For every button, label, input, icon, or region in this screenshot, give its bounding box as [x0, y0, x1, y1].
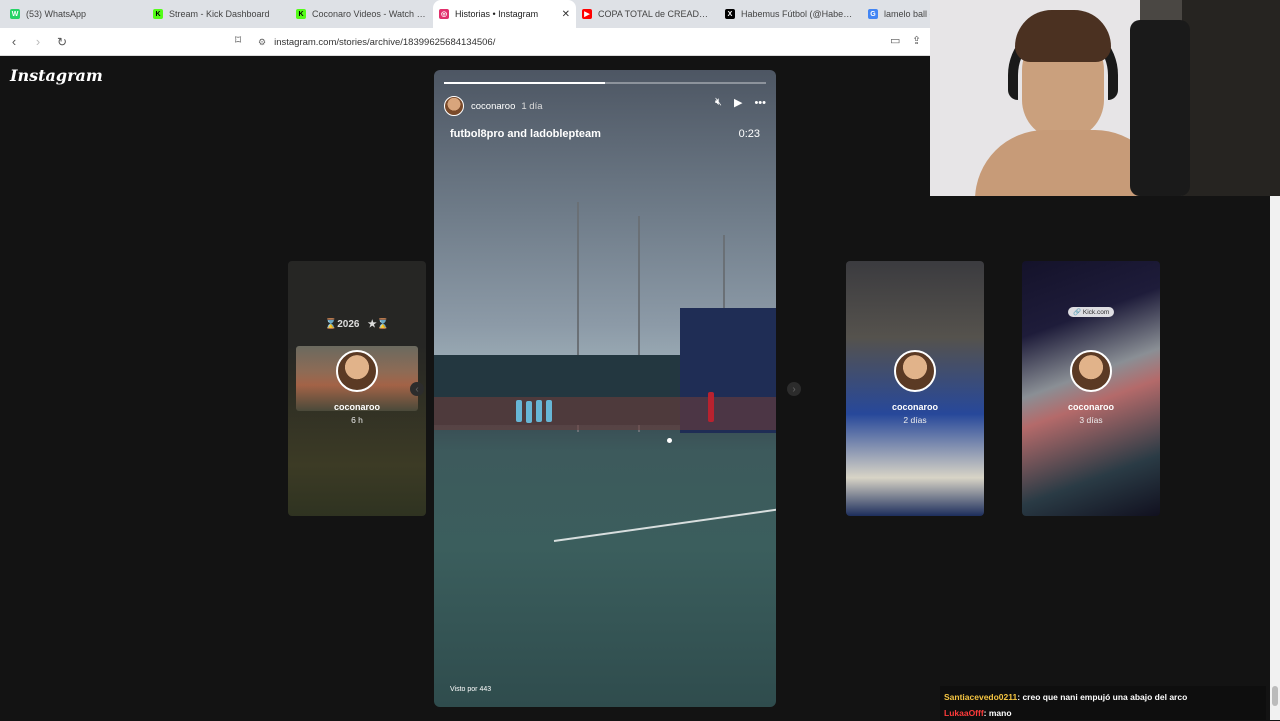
- back-icon[interactable]: ‹: [4, 32, 24, 52]
- story-card-right-2[interactable]: 🔗 Kick.com coconaroo 3 días: [1022, 261, 1160, 516]
- bookmark-icon[interactable]: ⌑: [235, 33, 241, 47]
- story-card-right-1[interactable]: coconaroo 2 días: [846, 261, 984, 516]
- story-card-left[interactable]: ⌛2026 ★⌛ coconaroo 6 h: [288, 261, 426, 516]
- tab-title: (53) WhatsApp: [26, 9, 87, 19]
- tab-x-habemus[interactable]: X Habemus Fútbol (@Habemus): [719, 0, 862, 28]
- spectators: [434, 397, 776, 430]
- more-options-icon[interactable]: •••: [754, 97, 766, 109]
- story-viewer[interactable]: coconaroo 1 día 🔇︎ ▶ ••• futbol8pro and …: [434, 70, 776, 707]
- mute-icon[interactable]: 🔇︎: [715, 96, 722, 109]
- whatsapp-icon: W: [10, 9, 20, 19]
- chat-message: LukaaOfff: mano: [944, 705, 1262, 721]
- story-controls: 🔇︎ ▶ •••: [715, 96, 766, 109]
- stream-chat: Santiacevedo0211: creo que nani empujó u…: [940, 686, 1266, 720]
- player: [536, 400, 542, 422]
- story-duration: 0:23: [738, 128, 760, 140]
- field-line: [553, 503, 776, 542]
- streamer-hair: [1015, 10, 1111, 62]
- youtube-icon: ▶: [582, 9, 592, 19]
- avatar: [894, 350, 936, 392]
- page-scrollbar[interactable]: [1270, 196, 1280, 720]
- story-progress-bar: [444, 82, 766, 84]
- card-time: 2 días: [903, 415, 927, 425]
- card-time: 6 h: [351, 415, 363, 425]
- chat-text: : mano: [983, 708, 1012, 718]
- reload-icon[interactable]: ↻: [52, 32, 72, 52]
- tab-kick-dashboard[interactable]: K Stream - Kick Dashboard: [147, 0, 290, 28]
- forward-icon[interactable]: ›: [28, 32, 48, 52]
- tab-instagram-stories[interactable]: ◎ Historias • Instagram ✕: [433, 0, 576, 28]
- url-text: instagram.com/stories/archive/1839962568…: [274, 36, 496, 48]
- story-header: coconaroo 1 día 🔇︎ ▶ •••: [444, 96, 766, 116]
- card-username: coconaroo: [333, 402, 380, 412]
- next-story-icon[interactable]: ›: [787, 382, 801, 396]
- card-time: 3 días: [1079, 415, 1103, 425]
- story-views[interactable]: Visto por 443: [450, 686, 491, 693]
- instagram-logo[interactable]: Instagram: [10, 66, 103, 85]
- tab-youtube[interactable]: ▶ COPA TOTAL de CREADORES d: [576, 0, 719, 28]
- card-overlay-link: 🔗 Kick.com: [1068, 307, 1115, 317]
- card-overlay-year: 2026: [337, 319, 360, 330]
- card-username: coconaroo: [891, 402, 938, 412]
- address-bar: ‹ › ↻ ⌑ ⚙ instagram.com/stories/archive/…: [0, 28, 930, 56]
- story-caption: futbol8pro and ladoblepteam: [450, 128, 601, 140]
- play-icon[interactable]: ▶: [734, 96, 742, 109]
- tab-title: COPA TOTAL de CREADORES d: [598, 9, 713, 19]
- story-time: 1 día: [521, 100, 543, 112]
- ball: [667, 438, 672, 443]
- tab-kick-videos[interactable]: K Coconaro Videos - Watch On-K: [290, 0, 433, 28]
- tab-title: Stream - Kick Dashboard: [169, 9, 270, 19]
- chat-username: LukaaOfff: [944, 708, 984, 718]
- scrollbar-thumb[interactable]: [1272, 686, 1278, 706]
- instagram-icon: ◎: [439, 9, 449, 19]
- tab-title: Habemus Fútbol (@Habemus): [741, 9, 856, 19]
- card-overlay-text: ⌛2026 ★⌛: [324, 319, 390, 330]
- chat-username: Santiacevedo0211: [944, 692, 1018, 702]
- tab-whatsapp[interactable]: W (53) WhatsApp: [4, 0, 147, 28]
- cast-icon[interactable]: ▭: [890, 34, 900, 47]
- share-icon[interactable]: ⇪: [912, 34, 921, 47]
- kick-icon: K: [296, 9, 306, 19]
- x-icon: X: [725, 9, 735, 19]
- player: [546, 400, 552, 422]
- previous-story-icon[interactable]: ‹: [410, 382, 424, 396]
- avatar: [1070, 350, 1112, 392]
- chat-text: : creo que nani empujó una abajo del arc…: [1017, 692, 1188, 702]
- url-field[interactable]: ⚙ instagram.com/stories/archive/18399625…: [258, 32, 928, 52]
- gaming-chair: [1130, 20, 1190, 196]
- chat-message: Santiacevedo0211: creo que nani empujó u…: [944, 689, 1262, 705]
- player: [516, 400, 522, 422]
- avatar: [336, 350, 378, 392]
- site-info-icon[interactable]: ⚙: [258, 37, 266, 48]
- story-username[interactable]: coconaroo: [471, 101, 515, 112]
- google-icon: G: [868, 9, 878, 19]
- close-icon[interactable]: ✕: [562, 9, 570, 20]
- card-link-text: Kick.com: [1082, 309, 1110, 316]
- story-progress-fill: [444, 82, 605, 84]
- kick-icon: K: [153, 9, 163, 19]
- tab-title: Historias • Instagram: [455, 9, 539, 19]
- tab-title: Coconaro Videos - Watch On-K: [312, 9, 427, 19]
- avatar[interactable]: [444, 96, 464, 116]
- player: [526, 401, 532, 423]
- webcam-overlay: [930, 0, 1280, 196]
- player-kicker: [708, 392, 714, 422]
- card-username: coconaroo: [1067, 402, 1114, 412]
